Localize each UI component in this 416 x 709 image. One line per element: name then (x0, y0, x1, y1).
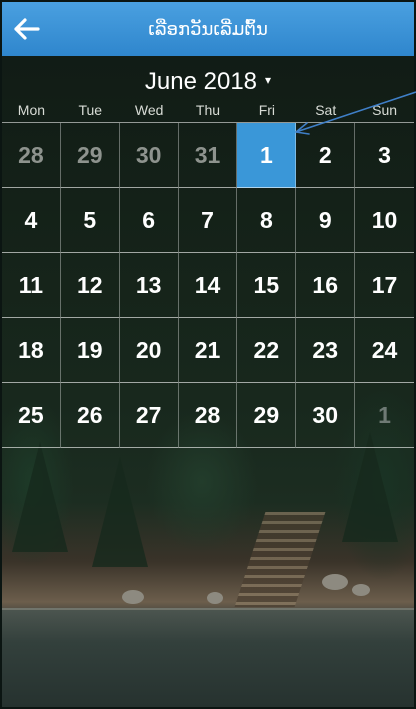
weekday-header: Mon Tue Wed Thu Fri Sat Sun (2, 102, 414, 122)
arrow-left-icon (14, 18, 40, 40)
day-cell[interactable]: 13 (119, 253, 179, 318)
weekday-label: Sat (315, 102, 337, 118)
day-cell[interactable]: 12 (60, 253, 120, 318)
day-cell[interactable]: 11 (2, 253, 61, 318)
weekday-label: Mon (17, 102, 46, 118)
day-cell[interactable]: 22 (237, 318, 297, 383)
day-cell[interactable]: 26 (60, 383, 120, 448)
day-cell[interactable]: 17 (355, 253, 414, 318)
background-tree (12, 442, 68, 552)
day-cell[interactable]: 21 (178, 318, 238, 383)
background-rock (352, 584, 370, 596)
day-cell[interactable]: 19 (60, 318, 120, 383)
background-tree (92, 457, 148, 567)
calendar-grid: 28 29 30 31 1 2 3 4 5 6 7 8 9 10 11 12 1… (2, 122, 414, 448)
lake-water (2, 608, 414, 707)
day-cell[interactable]: 4 (2, 188, 61, 253)
month-selector-row: June 2018 ▾ (2, 64, 414, 100)
weekday-label: Wed (134, 102, 164, 118)
day-cell[interactable]: 14 (178, 253, 238, 318)
day-cell[interactable]: 23 (296, 318, 356, 383)
day-cell-outside-month[interactable]: 31 (178, 123, 238, 188)
back-button[interactable] (8, 11, 44, 47)
weekday-label: Thu (195, 102, 221, 118)
day-cell[interactable]: 18 (2, 318, 61, 383)
day-cell[interactable]: 15 (237, 253, 297, 318)
day-cell[interactable]: 7 (178, 188, 238, 253)
day-cell[interactable]: 28 (178, 383, 238, 448)
day-cell-outside-month[interactable]: 1 (355, 383, 414, 448)
weekday-label: Fri (258, 102, 276, 118)
day-cell[interactable]: 9 (296, 188, 356, 253)
day-cell[interactable]: 30 (296, 383, 356, 448)
day-cell[interactable]: 10 (355, 188, 414, 253)
month-dropdown[interactable]: June 2018 ▾ (145, 68, 271, 96)
weekday-label: Tue (78, 102, 103, 118)
caret-down-icon: ▾ (265, 73, 272, 87)
background-rock (207, 592, 223, 604)
day-cell[interactable]: 29 (237, 383, 297, 448)
background-rock (322, 574, 348, 590)
weekday-label: Sun (372, 102, 398, 118)
day-cell[interactable]: 25 (2, 383, 61, 448)
day-cell[interactable]: 16 (296, 253, 356, 318)
page-title: ເລືອກວັນເລີ່ມຕົ້ນ (148, 18, 268, 40)
day-cell-outside-month[interactable]: 29 (60, 123, 120, 188)
day-cell[interactable]: 2 (296, 123, 356, 188)
day-cell[interactable]: 3 (355, 123, 414, 188)
day-cell-outside-month[interactable]: 30 (119, 123, 179, 188)
background-rock (122, 590, 144, 604)
top-bar: ເລືອກວັນເລີ່ມຕົ້ນ (2, 2, 414, 56)
day-cell[interactable]: 6 (119, 188, 179, 253)
day-cell-outside-month[interactable]: 28 (2, 123, 61, 188)
app-frame: ເລືອກວັນເລີ່ມຕົ້ນ June 2018 ▾ Mon Tue We… (2, 2, 414, 707)
day-cell-selected[interactable]: 1 (237, 123, 297, 188)
day-cell[interactable]: 20 (119, 318, 179, 383)
background-tree (342, 432, 398, 542)
day-cell[interactable]: 27 (119, 383, 179, 448)
day-cell[interactable]: 5 (60, 188, 120, 253)
month-label: June 2018 (144, 68, 258, 95)
day-cell[interactable]: 8 (237, 188, 297, 253)
shoreline (2, 608, 414, 610)
day-cell[interactable]: 24 (355, 318, 414, 383)
